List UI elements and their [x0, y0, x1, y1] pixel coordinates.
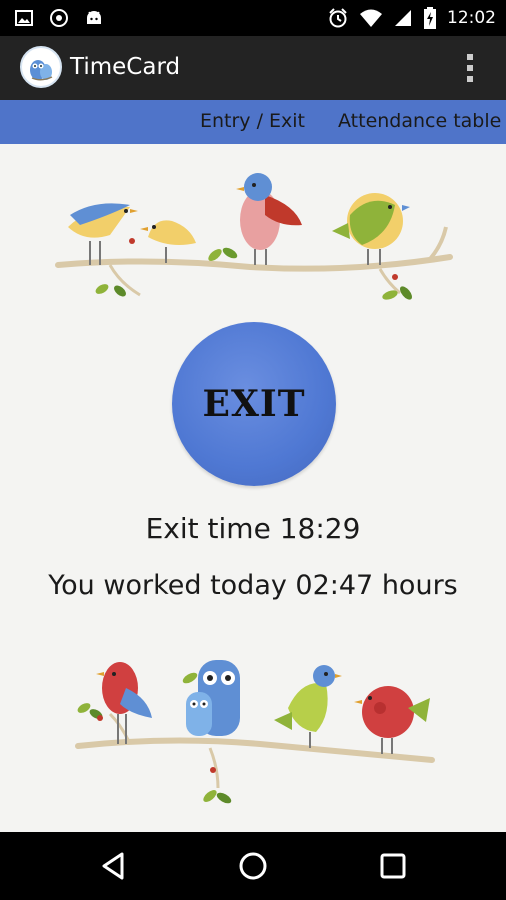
- timecard-screen: 12:02 TimeCard Entry / Exit Attendance t…: [0, 0, 506, 900]
- gallery-icon: [15, 10, 33, 26]
- owl-icon[interactable]: [20, 46, 62, 88]
- owl-logo-graphic: [30, 60, 53, 81]
- tab-attendance-table[interactable]: Attendance table: [338, 110, 501, 132]
- exit-time-text: Exit time 18:29: [145, 512, 361, 545]
- exit-button[interactable]: EXIT: [172, 322, 336, 486]
- home-icon[interactable]: [237, 850, 269, 882]
- status-time: 12:02: [447, 8, 496, 28]
- recents-icon[interactable]: [377, 850, 409, 882]
- android-icon: [87, 11, 101, 24]
- back-icon[interactable]: [98, 850, 130, 882]
- alarm-icon: [329, 8, 347, 28]
- worked-today-text: You worked today 02:47 hours: [48, 570, 458, 601]
- wifi-icon: [360, 9, 382, 27]
- system-status-icons: 12:02: [327, 6, 496, 30]
- battery-charging-icon: [424, 7, 436, 29]
- navigation-bar: [0, 832, 506, 900]
- overflow-menu-icon[interactable]: [464, 52, 476, 84]
- action-bar: TimeCard: [0, 36, 506, 100]
- birds-branch-illustration-top: [55, 173, 453, 300]
- tab-bar: Entry / Exit Attendance table: [0, 100, 506, 144]
- sync-icon: [50, 9, 68, 27]
- exit-button-label: EXIT: [202, 383, 306, 425]
- signal-icon: [395, 10, 411, 26]
- notification-icons: [14, 6, 104, 30]
- status-bar: 12:02: [0, 0, 506, 36]
- birds-branch-illustration-bottom: [75, 660, 435, 804]
- app-title: TimeCard: [70, 54, 181, 80]
- tab-entry-exit[interactable]: Entry / Exit: [200, 110, 305, 132]
